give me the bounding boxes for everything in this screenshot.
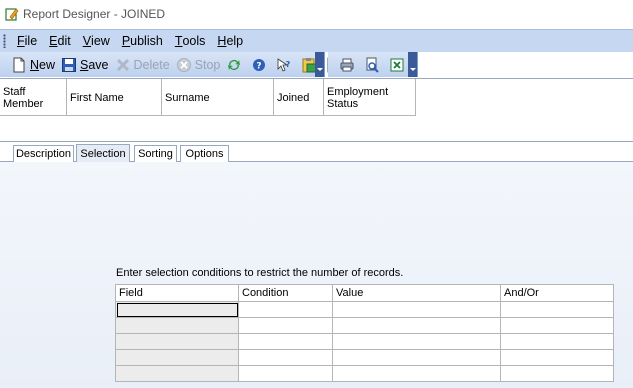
tab-strip: Description Selection Sorting Options	[0, 143, 633, 162]
grid-header-field: Field	[116, 285, 239, 302]
stop-icon	[176, 57, 191, 72]
delete-button[interactable]: Delete	[112, 54, 173, 76]
value-cell[interactable]	[333, 318, 501, 334]
field-cell[interactable]	[116, 366, 239, 382]
condition-cell[interactable]	[239, 302, 333, 318]
value-cell[interactable]	[333, 302, 501, 318]
new-button[interactable]: New	[8, 54, 58, 76]
print-preview-icon	[366, 57, 379, 73]
grid-header-condition: Condition	[239, 285, 333, 302]
condition-cell[interactable]	[239, 350, 333, 366]
column-header-employment-status[interactable]: Employment Status	[324, 79, 416, 116]
table-row	[116, 302, 614, 318]
value-cell[interactable]	[333, 334, 501, 350]
toolbar-main-group: New Save Delete Stop ? ?	[0, 52, 341, 77]
selection-conditions-grid: Field Condition Value And/Or	[115, 284, 614, 382]
save-disk-icon	[62, 57, 77, 72]
menu-help[interactable]: Help	[211, 30, 249, 53]
menu-tools[interactable]: Tools	[169, 30, 212, 53]
field-cell[interactable]	[116, 334, 239, 350]
and-or-cell[interactable]	[501, 366, 614, 382]
and-or-cell[interactable]	[501, 350, 614, 366]
field-cell[interactable]	[116, 318, 239, 334]
print-preview-button[interactable]	[361, 54, 386, 76]
tab-options[interactable]: Options	[180, 145, 229, 162]
column-header-staff-member[interactable]: Staff Member	[0, 79, 67, 116]
tab-description[interactable]: Description	[13, 145, 74, 162]
column-header-joined[interactable]: Joined	[274, 79, 324, 116]
svg-text:?: ?	[286, 60, 291, 69]
menu-bar: File Edit View Publish Tools Help	[0, 29, 633, 52]
table-row	[116, 350, 614, 366]
table-row	[116, 318, 614, 334]
menu-publish[interactable]: Publish	[116, 30, 169, 53]
report-column-headers: Staff Member First Name Surname Joined E…	[0, 79, 416, 116]
condition-cell[interactable]	[239, 334, 333, 350]
selection-instruction: Enter selection conditions to restrict t…	[116, 267, 404, 279]
menu-file[interactable]: File	[11, 30, 43, 53]
print-button[interactable]	[336, 54, 361, 76]
help-question-icon: ?	[253, 58, 266, 71]
save-button[interactable]: Save	[58, 54, 112, 76]
window-title: Report Designer - JOINED	[23, 7, 166, 21]
column-header-first-name[interactable]: First Name	[67, 79, 162, 116]
title-bar: Report Designer - JOINED	[0, 0, 633, 28]
tab-sorting[interactable]: Sorting	[134, 145, 177, 162]
toolbar-overflow-icon-2[interactable]	[408, 52, 417, 77]
printer-icon	[340, 58, 354, 71]
refresh-icon	[228, 59, 241, 70]
grid-header-and-or: And/Or	[501, 285, 614, 302]
help-button[interactable]: ?	[248, 54, 273, 76]
grid-header-value: Value	[333, 285, 501, 302]
context-help-button[interactable]: ?	[273, 54, 298, 76]
refresh-button[interactable]	[223, 54, 248, 76]
svg-text:?: ?	[257, 61, 262, 71]
toolbar-overflow-icon[interactable]	[315, 52, 324, 77]
value-cell[interactable]	[333, 366, 501, 382]
and-or-cell[interactable]	[501, 302, 614, 318]
table-row	[116, 366, 614, 382]
field-cell[interactable]	[116, 302, 239, 318]
stop-button[interactable]: Stop	[173, 54, 224, 76]
column-header-surname[interactable]: Surname	[162, 79, 274, 116]
tab-selection[interactable]: Selection	[76, 144, 130, 162]
report-columns-area: Staff Member First Name Surname Joined E…	[0, 78, 633, 142]
condition-cell[interactable]	[239, 318, 333, 334]
toolbar: New Save Delete Stop ? ?	[0, 52, 418, 77]
report-pencil-icon	[5, 8, 19, 21]
excel-icon	[390, 58, 404, 71]
new-document-icon	[13, 57, 25, 72]
menu-edit[interactable]: Edit	[43, 30, 77, 53]
and-or-cell[interactable]	[501, 318, 614, 334]
condition-cell[interactable]	[239, 366, 333, 382]
grid-header-row: Field Condition Value And/Or	[116, 285, 614, 302]
and-or-cell[interactable]	[501, 334, 614, 350]
field-cell[interactable]	[116, 350, 239, 366]
value-cell[interactable]	[333, 350, 501, 366]
menu-grip-icon[interactable]	[3, 34, 6, 48]
table-row	[116, 334, 614, 350]
whats-this-icon: ?	[277, 57, 291, 72]
menu-view[interactable]: View	[77, 30, 116, 53]
toolbar-output-group	[328, 52, 418, 77]
delete-x-icon	[116, 58, 129, 71]
